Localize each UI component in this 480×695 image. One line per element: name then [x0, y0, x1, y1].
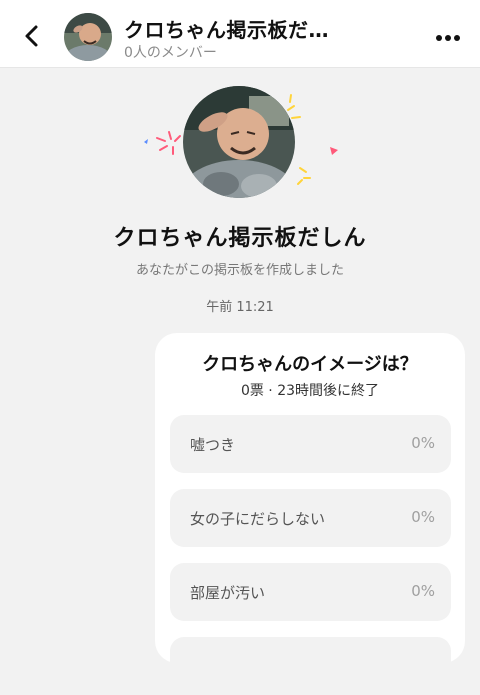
poll-question: クロちゃんのイメージは？	[202, 354, 418, 375]
poll-option-percent: 0%	[411, 582, 435, 600]
board-created-message: あなたがこの掲示板を作成しました	[135, 263, 344, 278]
poll-option[interactable]: 部屋が汚い 0%	[170, 563, 451, 621]
poll-option[interactable]: 女の子にだらしない 0%	[170, 489, 451, 547]
more-horizontal-icon	[436, 35, 460, 41]
poll-option[interactable]: 嘘つき 0%	[170, 415, 451, 473]
poll-option-label: 嘘つき	[190, 436, 236, 454]
poll-option-percent: 0%	[411, 434, 435, 452]
header-bar: クロちゃん掲示板だ… 0人のメンバー	[0, 0, 480, 68]
poll-option-label: 部屋が汚い	[190, 584, 266, 602]
header-avatar[interactable]	[64, 13, 112, 61]
board-avatar-section	[140, 84, 340, 200]
board-name: クロちゃん掲示板だしん	[113, 226, 367, 251]
poll-option[interactable]	[170, 637, 451, 695]
message-timestamp: 午前 11:21	[206, 300, 274, 315]
poll-card: クロちゃんのイメージは？ 0票 · 23時間後に終了 嘘つき 0% 女の子にだら…	[155, 333, 465, 695]
poll-option-percent: 0%	[411, 508, 435, 526]
chevron-left-icon	[25, 25, 38, 47]
member-count: 0人のメンバー	[124, 45, 217, 61]
chat-title: クロちゃん掲示板だ…	[124, 18, 329, 42]
poll-option-label: 女の子にだらしない	[190, 510, 326, 528]
board-avatar	[183, 86, 295, 198]
poll-meta: 0票 · 23時間後に終了	[240, 383, 380, 399]
more-options-button[interactable]	[432, 22, 464, 54]
back-button[interactable]	[14, 18, 50, 54]
